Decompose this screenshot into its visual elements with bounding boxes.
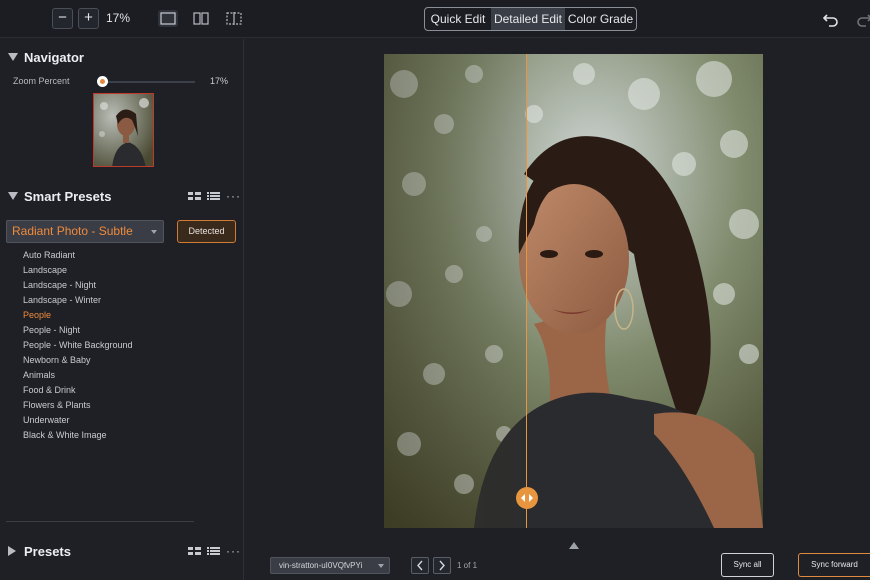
presets-title: Presets [24, 544, 71, 559]
preset-list-item[interactable]: People - White Background [23, 338, 133, 353]
navigator-title: Navigator [24, 50, 84, 65]
collapse-triangle-icon [8, 192, 18, 200]
grid-view-icon[interactable] [188, 191, 201, 201]
filmstrip-toggle-icon[interactable] [569, 542, 579, 549]
file-selector[interactable]: vin-stratton-uI0VQfvPYi [270, 557, 390, 574]
next-image-button[interactable] [433, 557, 451, 574]
zoom-value: 17% [106, 11, 131, 25]
dropdown-caret-icon [151, 230, 157, 234]
sync-all-button[interactable]: Sync all [721, 553, 774, 577]
app-window: − + 17% Quick Edit Detailed Edit Color G… [0, 0, 870, 580]
collapse-triangle-icon [8, 53, 18, 61]
smart-preset-list: Auto Radiant Landscape Landscape - Night La… [23, 248, 133, 443]
panel-divider [6, 521, 194, 522]
smart-preset-dropdown[interactable]: Radiant Photo - Subtle [6, 220, 164, 243]
preset-list-item[interactable]: Landscape - Winter [23, 293, 133, 308]
single-view-icon[interactable] [158, 10, 178, 27]
navigator-thumbnail[interactable] [93, 93, 154, 167]
zoom-slider-thumb[interactable] [97, 76, 108, 87]
expand-triangle-icon [8, 546, 16, 556]
tab-color-grade[interactable]: Color Grade [565, 8, 636, 30]
smart-preset-selected: Radiant Photo - Subtle [12, 224, 133, 238]
left-panel: Navigator Zoom Percent 17% Smart Presets… [0, 39, 244, 580]
zoom-percent-label: Zoom Percent [13, 76, 70, 86]
tab-detailed-edit[interactable]: Detailed Edit [491, 8, 565, 30]
edit-mode-switcher: Quick Edit Detailed Edit Color Grade [424, 7, 637, 31]
tab-quick-edit[interactable]: Quick Edit [425, 8, 491, 30]
preset-list-item[interactable]: Animals [23, 368, 133, 383]
previous-image-button[interactable] [411, 557, 429, 574]
preset-list-item[interactable]: Flowers & Plants [23, 398, 133, 413]
preset-list-item[interactable]: Food & Drink [23, 383, 133, 398]
preset-list-item[interactable]: People [23, 308, 133, 323]
photo-preview[interactable] [384, 54, 763, 528]
preset-list-item[interactable]: Black & White Image [23, 428, 133, 443]
list-view-icon[interactable] [207, 191, 220, 201]
page-info: 1 of 1 [457, 561, 478, 570]
split-view-icon[interactable] [191, 10, 211, 27]
zoom-slider-track[interactable] [100, 81, 195, 83]
smart-presets-header[interactable]: Smart Presets [8, 189, 111, 204]
smart-presets-title: Smart Presets [24, 189, 112, 204]
list-view-icon[interactable] [207, 546, 220, 556]
compare-handle-icon[interactable] [516, 487, 538, 509]
presets-header[interactable]: Presets [8, 544, 71, 559]
redo-icon[interactable] [855, 10, 870, 28]
zoom-percent-value: 17% [210, 76, 229, 86]
sync-forward-button[interactable]: Sync forward [798, 553, 870, 577]
preset-list-item[interactable]: Newborn & Baby [23, 353, 133, 368]
presets-view-controls: ··· [188, 545, 241, 557]
dropdown-caret-icon [378, 564, 384, 568]
detected-button[interactable]: Detected [177, 220, 236, 243]
smart-presets-view-controls: ··· [188, 190, 241, 202]
undo-icon[interactable] [822, 10, 840, 28]
crop-view-icon[interactable] [224, 10, 244, 27]
zoom-in-button[interactable]: + [78, 8, 99, 29]
more-options-icon[interactable]: ··· [226, 190, 241, 202]
preset-list-item[interactable]: Landscape [23, 263, 133, 278]
grid-view-icon[interactable] [188, 546, 201, 556]
zoom-out-button[interactable]: − [52, 8, 73, 29]
top-toolbar: − + 17% Quick Edit Detailed Edit Color G… [0, 0, 870, 38]
compare-split-line[interactable] [526, 54, 527, 528]
preset-list-item[interactable]: People - Night [23, 323, 133, 338]
navigator-header[interactable]: Navigator [8, 50, 84, 65]
more-options-icon[interactable]: ··· [226, 545, 241, 557]
file-name: vin-stratton-uI0VQfvPYi [279, 561, 363, 570]
preset-list-item[interactable]: Landscape - Night [23, 278, 133, 293]
preset-list-item[interactable]: Underwater [23, 413, 133, 428]
preset-list-item[interactable]: Auto Radiant [23, 248, 133, 263]
